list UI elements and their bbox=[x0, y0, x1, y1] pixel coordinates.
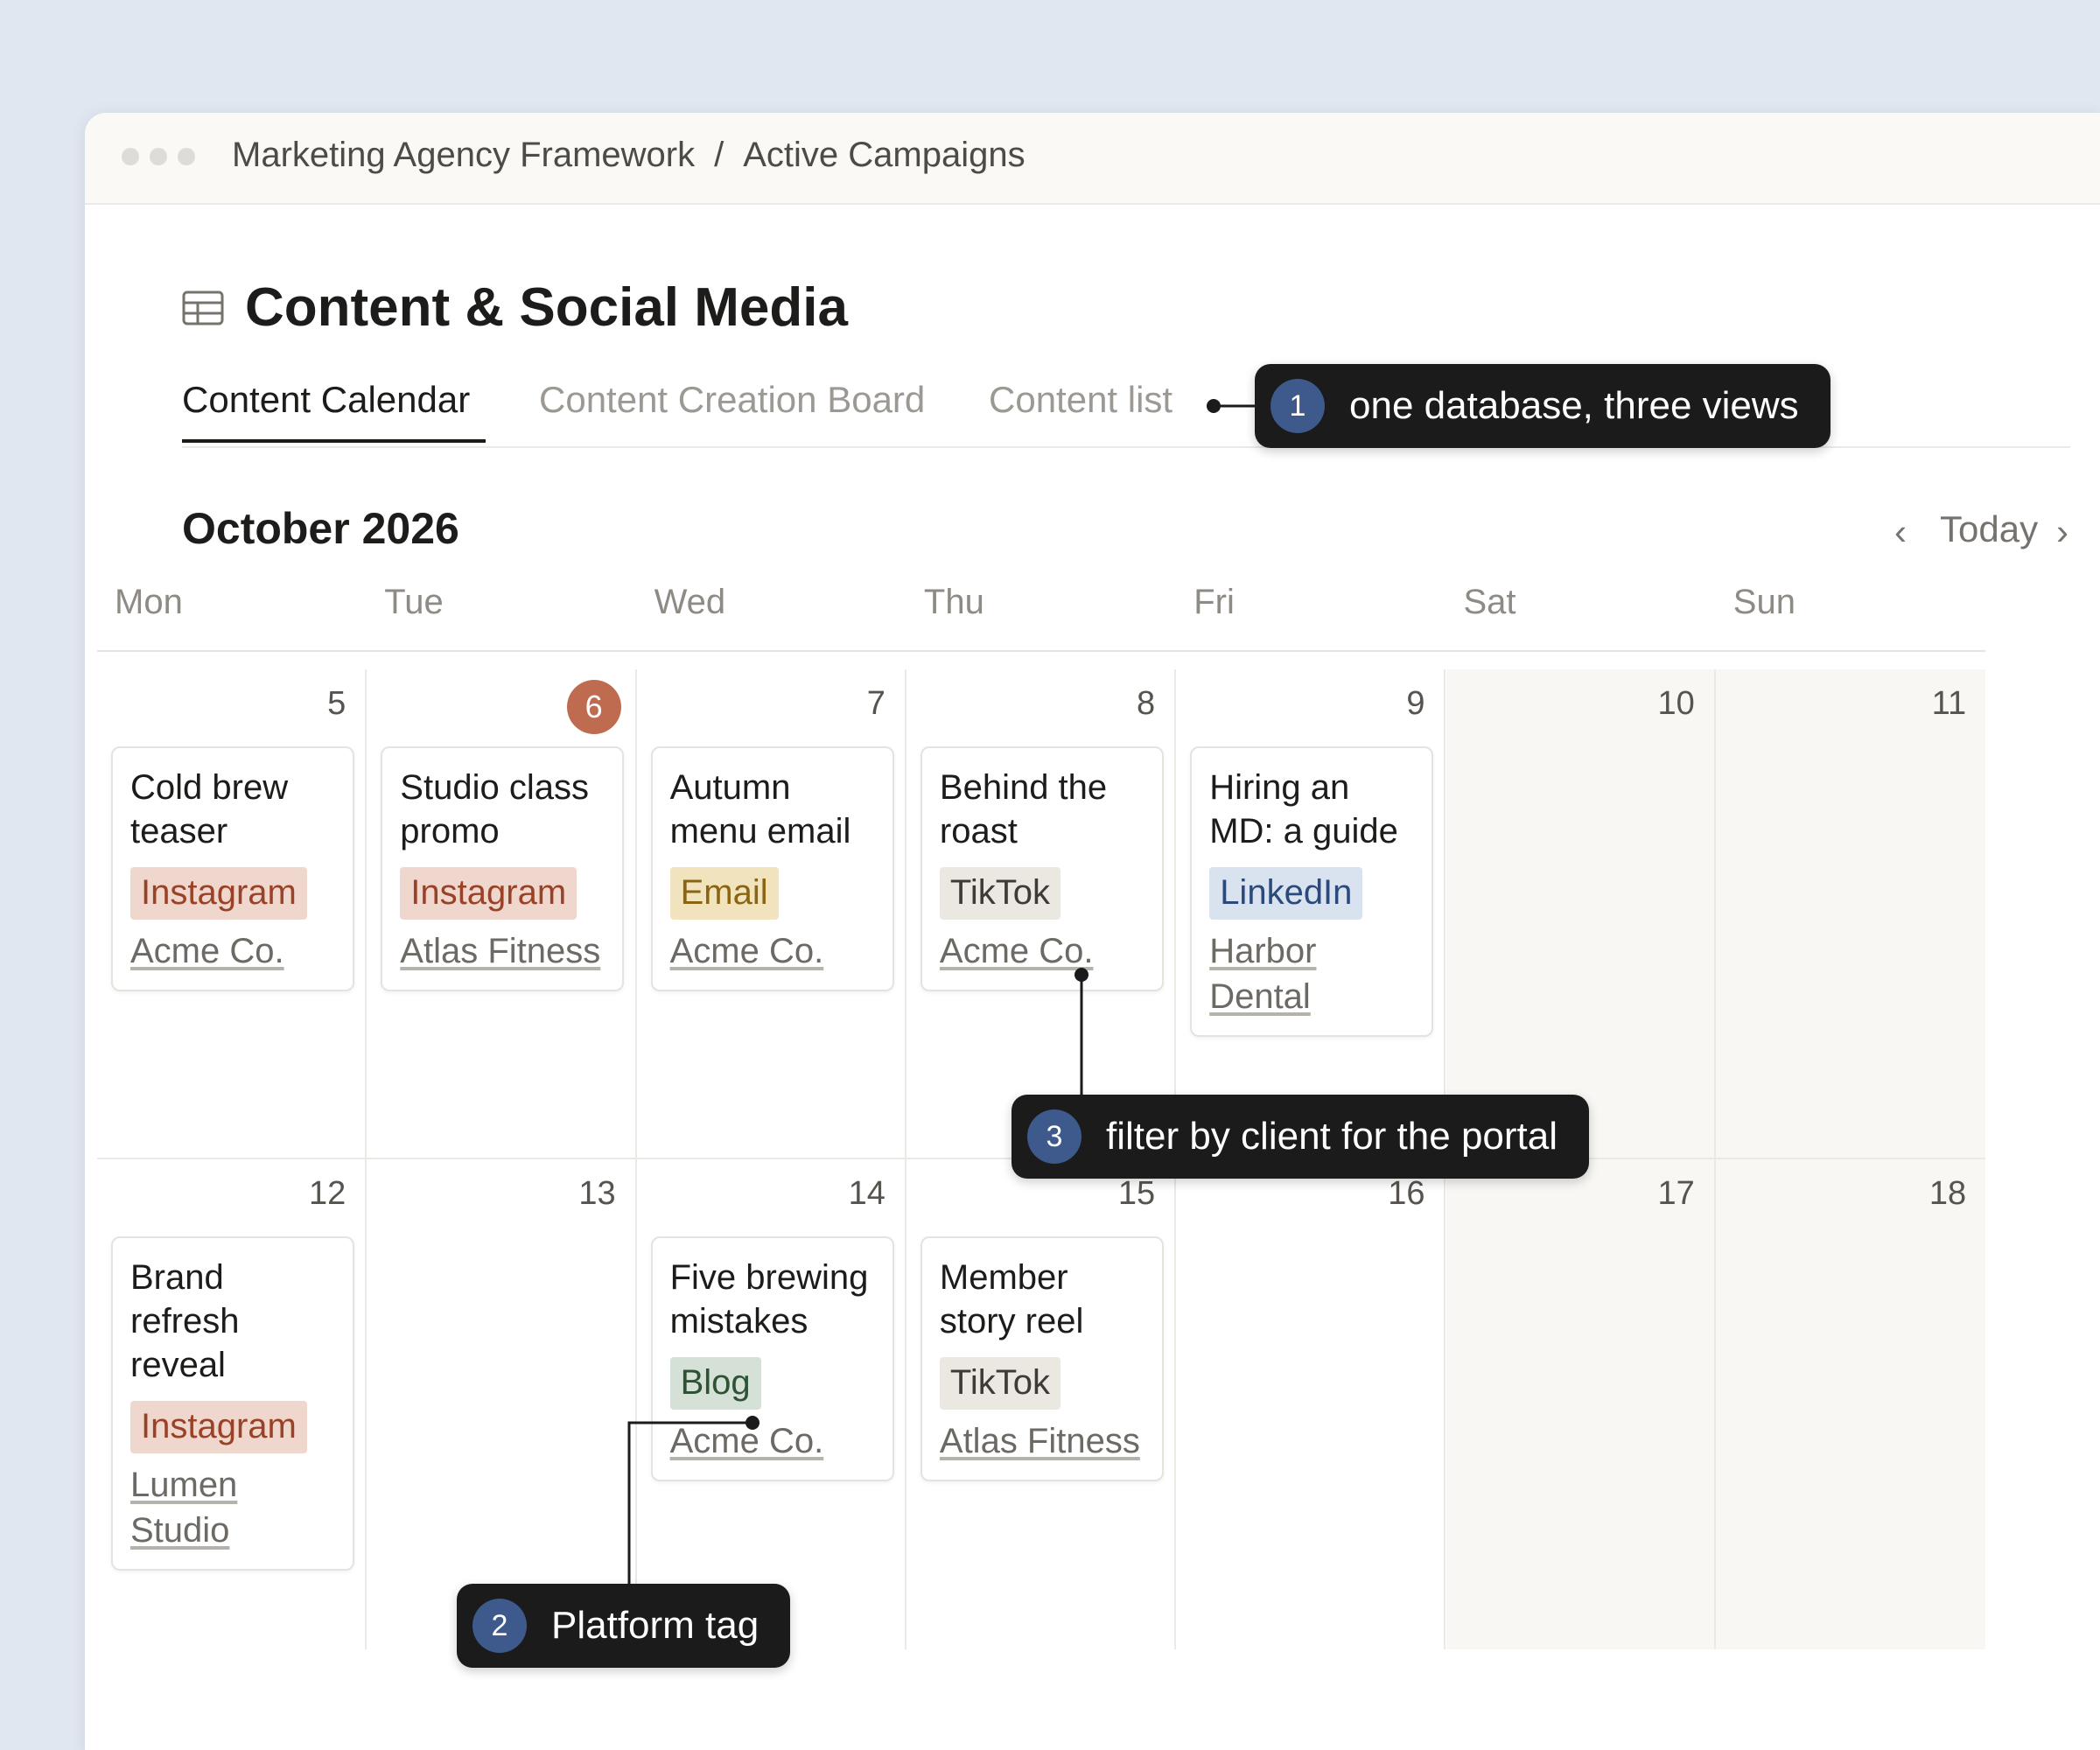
day-number: 18 bbox=[1928, 1175, 1967, 1212]
day-cell[interactable]: 15 Member story reel TikTok Atlas Fitness bbox=[906, 1159, 1177, 1649]
client-link[interactable]: Acme Co. bbox=[670, 1418, 875, 1464]
tab-content-list[interactable]: Content list bbox=[989, 379, 1172, 421]
platform-tag[interactable]: LinkedIn bbox=[1209, 867, 1363, 920]
callout-one-database-three-views: 1 one database, three views bbox=[1255, 364, 1830, 448]
weekday-header: Sun bbox=[1732, 583, 1796, 621]
client-link[interactable]: Acme Co. bbox=[130, 928, 335, 974]
event-title: Member story reel bbox=[939, 1258, 1084, 1340]
day-number: 7 bbox=[866, 685, 886, 722]
client-link[interactable]: Atlas Fitness bbox=[400, 928, 605, 974]
day-cell[interactable]: 16 bbox=[1176, 1159, 1446, 1649]
day-number: 16 bbox=[1388, 1175, 1425, 1212]
event-title: Five brewing mistakes bbox=[669, 1258, 869, 1340]
weekday-header: Wed bbox=[654, 583, 726, 621]
weekday-divider bbox=[97, 650, 1985, 652]
month-title: October 2026 bbox=[182, 504, 459, 553]
callout-number-badge: 1 bbox=[1270, 379, 1325, 433]
today-button[interactable]: Today bbox=[1940, 508, 2038, 550]
weekday-header: Thu bbox=[923, 583, 984, 621]
calendar-event-card[interactable]: Hiring an MD: a guide LinkedIn Harbor Dent… bbox=[1190, 746, 1434, 1037]
today-date-badge: 6 bbox=[566, 680, 621, 734]
calendar-event-card[interactable]: Brand refresh reveal Instagram Lumen Studi… bbox=[111, 1236, 354, 1571]
window-control-dot[interactable] bbox=[150, 148, 167, 165]
weekday-header: Fri bbox=[1194, 583, 1235, 621]
platform-tag[interactable]: Instagram bbox=[130, 867, 307, 920]
day-cell[interactable]: 13 bbox=[367, 1159, 637, 1649]
title-bar: Marketing Agency Framework / Active Campai… bbox=[85, 113, 2100, 205]
breadcrumb: Marketing Agency Framework / Active Campai… bbox=[232, 136, 1026, 175]
window-control-dot[interactable] bbox=[178, 148, 195, 165]
day-cell[interactable]: 10 bbox=[1446, 669, 1716, 1159]
day-cell[interactable]: 17 bbox=[1446, 1159, 1716, 1649]
active-tab-indicator bbox=[182, 439, 486, 443]
day-number: 9 bbox=[1406, 685, 1425, 722]
day-cell[interactable]: 6 Studio class promo Instagram Atlas Fitnes… bbox=[367, 669, 637, 1159]
client-link[interactable]: Acme Co. bbox=[940, 928, 1144, 974]
callout-platform-tag: 2 Platform tag bbox=[457, 1584, 791, 1668]
day-number: 15 bbox=[1117, 1175, 1156, 1212]
table-icon bbox=[182, 290, 224, 326]
breadcrumb-separator: / bbox=[714, 136, 724, 174]
day-number: 11 bbox=[1931, 685, 1967, 722]
event-title: Cold brew teaser bbox=[130, 768, 289, 850]
day-number: 5 bbox=[327, 685, 346, 722]
day-number: 8 bbox=[1137, 685, 1156, 722]
platform-tag[interactable]: Instagram bbox=[130, 1401, 307, 1453]
client-link[interactable]: Atlas Fitness bbox=[940, 1418, 1144, 1464]
callout-number-badge: 3 bbox=[1027, 1110, 1082, 1164]
day-cell[interactable]: 8 Behind the roast TikTok Acme Co. bbox=[906, 669, 1177, 1159]
callout-text: Platform tag bbox=[551, 1604, 760, 1647]
calendar-event-card[interactable]: Autumn menu email Email Acme Co. bbox=[650, 746, 894, 991]
day-cell[interactable]: 12 Brand refresh reveal Instagram Lumen Stu… bbox=[97, 1159, 368, 1649]
breadcrumb-item[interactable]: Active Campaigns bbox=[743, 136, 1025, 174]
tab-content-creation-board[interactable]: Content Creation Board bbox=[539, 379, 925, 421]
previous-month-button[interactable]: ‹ bbox=[1894, 511, 1907, 553]
platform-tag[interactable]: TikTok bbox=[939, 1357, 1060, 1410]
callout-number-badge: 2 bbox=[472, 1599, 527, 1653]
calendar-event-card[interactable]: Studio class promo Instagram Atlas Fitness bbox=[381, 746, 625, 991]
day-cell[interactable]: 14 Five brewing mistakes Blog Acme Co. bbox=[637, 1159, 906, 1649]
weekday-header: Mon bbox=[115, 583, 183, 621]
window-control-dot[interactable] bbox=[122, 148, 139, 165]
weekday-header: Sat bbox=[1463, 583, 1516, 621]
day-cell[interactable]: 18 bbox=[1715, 1159, 1986, 1649]
callout-text: filter by client for the portal bbox=[1106, 1115, 1558, 1158]
calendar-event-card[interactable]: Member story reel TikTok Atlas Fitness bbox=[920, 1236, 1164, 1481]
day-number: 12 bbox=[309, 1175, 346, 1212]
event-title: Behind the roast bbox=[939, 768, 1108, 850]
client-link[interactable]: Acme Co. bbox=[670, 928, 875, 974]
platform-tag[interactable]: Blog bbox=[669, 1357, 761, 1410]
event-title: Hiring an MD: a guide bbox=[1209, 768, 1398, 850]
platform-tag[interactable]: Instagram bbox=[400, 867, 578, 920]
event-title: Brand refresh reveal bbox=[130, 1258, 240, 1384]
client-link[interactable]: Harbor Dental bbox=[1209, 928, 1414, 1019]
next-month-button[interactable]: › bbox=[2056, 511, 2068, 553]
event-title: Studio class promo bbox=[400, 768, 589, 850]
platform-tag[interactable]: Email bbox=[669, 867, 779, 920]
calendar-event-card[interactable]: Cold brew teaser Instagram Acme Co. bbox=[111, 746, 354, 991]
day-cell[interactable]: 11 bbox=[1715, 669, 1986, 1159]
day-cell[interactable]: 9 Hiring an MD: a guide LinkedIn Harbor Den… bbox=[1176, 669, 1446, 1159]
page-title: Content & Social Media bbox=[245, 277, 848, 338]
breadcrumb-item[interactable]: Marketing Agency Framework bbox=[232, 136, 695, 174]
day-number: 14 bbox=[848, 1175, 886, 1212]
day-cell[interactable]: 5 Cold brew teaser Instagram Acme Co. bbox=[97, 669, 368, 1159]
calendar-event-card[interactable]: Behind the roast TikTok Acme Co. bbox=[920, 746, 1164, 991]
platform-tag[interactable]: TikTok bbox=[939, 867, 1060, 920]
event-title: Autumn menu email bbox=[669, 768, 851, 850]
day-number: 10 bbox=[1657, 685, 1695, 722]
day-cell[interactable]: 7 Autumn menu email Email Acme Co. bbox=[636, 669, 906, 1159]
client-link[interactable]: Lumen Studio bbox=[130, 1462, 335, 1553]
day-number: 13 bbox=[578, 1175, 616, 1212]
weekday-header: Tue bbox=[384, 583, 444, 621]
day-number: 17 bbox=[1657, 1175, 1695, 1212]
callout-filter-by-client: 3 filter by client for the portal bbox=[1012, 1095, 1590, 1179]
tab-content-calendar[interactable]: Content Calendar bbox=[182, 379, 470, 421]
callout-text: one database, three views bbox=[1349, 384, 1799, 427]
calendar-event-card[interactable]: Five brewing mistakes Blog Acme Co. bbox=[650, 1236, 894, 1481]
